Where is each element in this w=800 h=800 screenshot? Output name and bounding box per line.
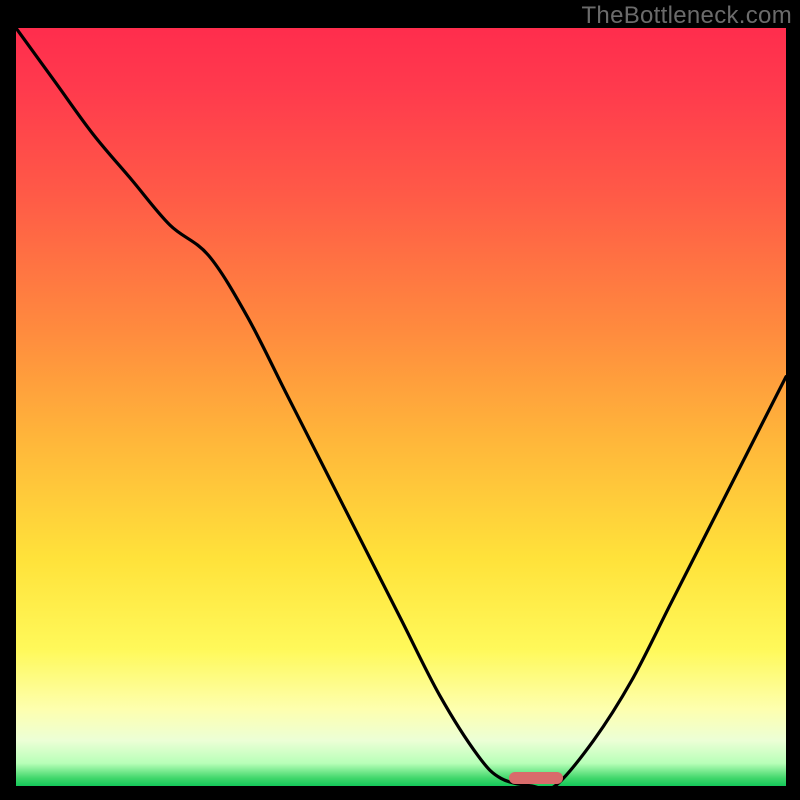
optimal-range-marker	[509, 772, 563, 784]
curve-svg	[16, 28, 786, 786]
plot-area	[16, 28, 786, 786]
bottleneck-curve-line	[16, 28, 786, 786]
bottleneck-chart: TheBottleneck.com	[0, 0, 800, 800]
watermark-text: TheBottleneck.com	[581, 2, 792, 30]
